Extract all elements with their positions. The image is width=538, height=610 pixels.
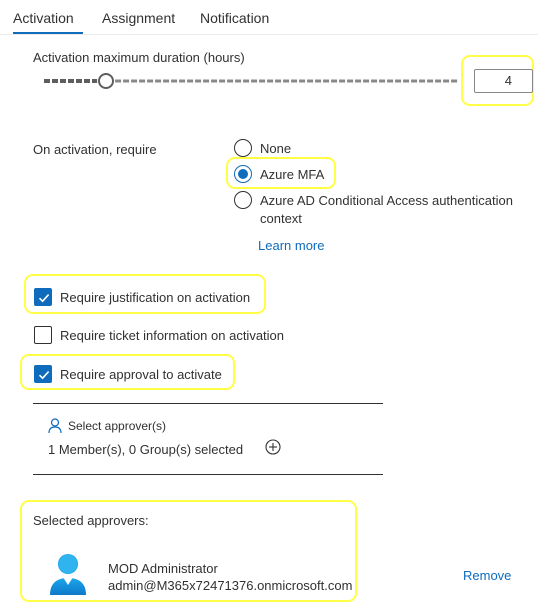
picker-top-divider [33,403,383,404]
picker-bottom-divider [33,474,383,475]
radio-azure-mfa[interactable] [234,165,252,183]
radio-azure-mfa-label: Azure MFA [260,167,325,182]
tabs-divider [0,34,538,35]
active-tab-indicator [13,32,83,34]
approver-email: admin@M365x72471376.onmicrosoft.com [108,578,353,593]
tab-notification[interactable]: Notification [200,10,269,26]
checkbox-ticket-label: Require ticket information on activation [60,328,285,343]
add-approver-icon[interactable] [265,439,281,455]
radio-none[interactable] [234,139,252,157]
duration-slider-thumb[interactable] [98,73,115,89]
remove-approver-link[interactable]: Remove [463,568,511,583]
checkbox-justification[interactable] [34,288,52,306]
tab-activation[interactable]: Activation [13,10,74,26]
selected-approvers-title: Selected approvers: [33,513,149,528]
checkbox-approval[interactable] [34,365,52,383]
select-approvers-label[interactable]: Select approver(s) [68,419,166,433]
tab-assignment[interactable]: Assignment [102,10,175,26]
check-icon [38,294,50,303]
checkbox-approval-label: Require approval to activate [60,367,222,382]
learn-more-link[interactable]: Learn more [258,238,324,253]
radio-conditional-access-label-line2: context [260,211,302,226]
checkbox-justification-label: Require justification on activation [60,290,251,305]
checkbox-ticket[interactable] [34,326,52,344]
person-icon [48,418,62,434]
approver-summary: 1 Member(s), 0 Group(s) selected [48,442,244,457]
approver-name: MOD Administrator [108,561,218,576]
activation-require-label: On activation, require [33,142,157,157]
avatar-icon [50,554,86,595]
duration-input[interactable]: 4 [474,69,533,93]
duration-label: Activation maximum duration (hours) [33,50,245,65]
radio-none-label: None [260,141,292,156]
radio-conditional-access[interactable] [234,191,252,209]
check-icon [38,371,50,380]
radio-conditional-access-label-line1: Azure AD Conditional Access authenticati… [260,193,513,208]
